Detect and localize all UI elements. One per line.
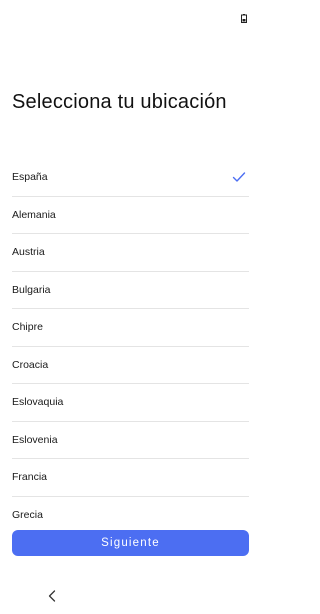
list-item-label: Alemania (12, 208, 56, 221)
country-list[interactable]: España Alemania Austria Bulgaria Chipre … (0, 159, 257, 531)
check-icon (232, 172, 246, 182)
list-item-chipre[interactable]: Chipre (12, 309, 249, 347)
list-item-label: Eslovenia (12, 433, 58, 446)
list-item-croacia[interactable]: Croacia (12, 347, 249, 384)
list-item-espana[interactable]: España (12, 159, 249, 197)
navigation-bar (0, 580, 257, 614)
list-item-francia[interactable]: Francia (12, 459, 249, 497)
list-item-alemania[interactable]: Alemania (12, 197, 249, 234)
list-item-label: Francia (12, 471, 48, 484)
list-item-label: Eslovaquia (12, 396, 64, 409)
list-item-label: Bulgaria (12, 283, 51, 296)
list-item-label: Austria (12, 246, 45, 259)
list-item-label: Grecia (12, 509, 43, 522)
list-item-bulgaria[interactable]: Bulgaria (12, 272, 249, 309)
list-item-austria[interactable]: Austria (12, 234, 249, 272)
chevron-left-icon[interactable] (46, 588, 58, 604)
battery-icon (241, 14, 247, 23)
list-item-label: Chipre (12, 321, 43, 334)
next-button[interactable]: Siguiente (12, 530, 249, 556)
list-item-label: España (12, 171, 48, 184)
location-screen: Selecciona tu ubicación España Alemania … (0, 0, 257, 614)
list-item-grecia[interactable]: Grecia (12, 497, 249, 532)
list-item-label: Croacia (12, 358, 49, 371)
list-item-eslovenia[interactable]: Eslovenia (12, 422, 249, 459)
status-bar (0, 0, 257, 34)
page-title: Selecciona tu ubicación (12, 91, 227, 113)
list-item-eslovaquia[interactable]: Eslovaquia (12, 384, 249, 422)
